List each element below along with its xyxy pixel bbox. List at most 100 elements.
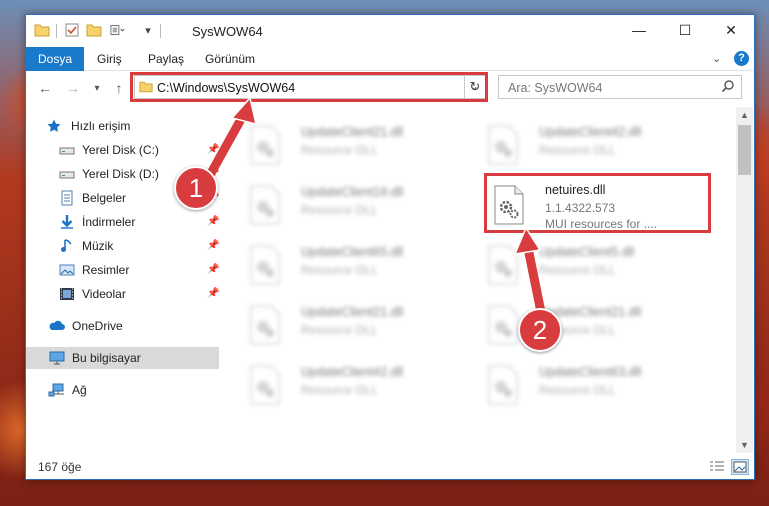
pictures-icon bbox=[59, 262, 75, 278]
sidebar-item-label: Müzik bbox=[82, 239, 114, 253]
file-item[interactable]: UpdateClient63.dll Resource DLL bbox=[483, 361, 713, 417]
pin-icon[interactable]: 📌 bbox=[207, 240, 219, 251]
file-name: UpdateClient21.dll bbox=[301, 125, 404, 139]
file-highlight bbox=[484, 173, 711, 233]
scroll-down-arrow-icon[interactable]: ▼ bbox=[736, 437, 753, 453]
window-title: SysWOW64 bbox=[192, 24, 263, 39]
pin-icon[interactable]: 📌 bbox=[207, 216, 219, 227]
properties-icon[interactable] bbox=[64, 22, 80, 38]
file-description: Resource DLL bbox=[301, 323, 378, 337]
cloud-icon bbox=[48, 318, 65, 334]
title-separator bbox=[56, 24, 57, 38]
tab-paylas[interactable]: Paylaş bbox=[138, 47, 194, 71]
documents-icon bbox=[59, 190, 75, 206]
file-description: Resource DLL bbox=[301, 263, 378, 277]
drive-icon bbox=[59, 142, 75, 158]
file-item[interactable]: UpdateClient65.dll Resource DLL bbox=[245, 241, 475, 297]
file-name: UpdateClient42.dll bbox=[301, 365, 404, 379]
step-1-badge: 1 bbox=[174, 166, 218, 210]
videos-icon bbox=[59, 286, 75, 302]
file-item[interactable]: UpdateClient5.dll Resource DLL bbox=[483, 241, 713, 297]
file-item[interactable]: UpdateClient19.dll Resource DLL bbox=[245, 181, 475, 237]
maximize-button[interactable]: ☐ bbox=[662, 15, 708, 45]
tab-dosya[interactable]: Dosya bbox=[26, 47, 84, 71]
file-name: UpdateClient65.dll bbox=[301, 245, 404, 259]
file-description: Resource DLL bbox=[301, 383, 378, 397]
up-arrow-icon[interactable]: ↑ bbox=[110, 80, 128, 96]
sidebar-item-label: Videolar bbox=[82, 287, 126, 301]
dll-file-icon bbox=[487, 125, 519, 165]
help-icon[interactable]: ? bbox=[734, 51, 749, 66]
ribbon-tabs: Dosya Giriş Paylaş Görünüm ⌄ ? bbox=[26, 47, 754, 71]
star-icon bbox=[46, 118, 62, 134]
file-name: UpdateClient63.dll bbox=[539, 365, 642, 379]
step-2-badge: 2 bbox=[518, 308, 562, 352]
file-description: Resource DLL bbox=[301, 203, 378, 217]
sidebar-item-this-pc[interactable]: Bu bilgisayar bbox=[26, 347, 219, 369]
sidebar-item-label: Yerel Disk (D:) bbox=[82, 167, 159, 181]
file-item[interactable]: UpdateClient21.dll Resource DLL bbox=[245, 121, 475, 177]
ribbon-expand-icon[interactable]: ⌄ bbox=[712, 52, 721, 65]
file-name: UpdateClient21.dll bbox=[301, 305, 404, 319]
title-separator bbox=[160, 24, 161, 38]
navigation-pane: Hızlı erişim Yerel Disk (C:) 📌 Yerel Dis… bbox=[26, 113, 219, 453]
file-name: UpdateClient19.dll bbox=[301, 185, 404, 199]
pin-icon[interactable]: 📌 bbox=[207, 144, 219, 155]
file-item[interactable]: UpdateClient42.dll Resource DLL bbox=[245, 361, 475, 417]
large-icons-view-icon[interactable] bbox=[731, 459, 749, 475]
pin-icon[interactable]: 📌 bbox=[207, 288, 219, 299]
file-description: Resource DLL bbox=[539, 383, 616, 397]
file-item[interactable]: UpdateClient42.dll Resource DLL bbox=[483, 121, 713, 177]
folder-icon bbox=[34, 22, 50, 38]
sidebar-item-quick-access[interactable]: Hızlı erişim bbox=[26, 115, 219, 137]
file-description: Resource DLL bbox=[539, 143, 616, 157]
sidebar-item-label: OneDrive bbox=[72, 319, 123, 333]
sidebar-item-label: İndirmeler bbox=[82, 215, 136, 229]
sidebar-item-network[interactable]: Ağ bbox=[26, 379, 219, 401]
sidebar-item-videos[interactable]: Videolar 📌 bbox=[26, 283, 219, 305]
sidebar-item-label: Belgeler bbox=[82, 191, 127, 205]
address-highlight bbox=[130, 72, 488, 102]
download-icon bbox=[59, 214, 75, 230]
sidebar-item-local-disk-c[interactable]: Yerel Disk (C:) 📌 bbox=[26, 139, 219, 161]
close-button[interactable]: ✕ bbox=[708, 15, 754, 45]
details-view-icon[interactable] bbox=[709, 460, 725, 477]
sidebar-item-downloads[interactable]: İndirmeler 📌 bbox=[26, 211, 219, 233]
tab-giris[interactable]: Giriş bbox=[87, 47, 132, 71]
sidebar-item-label: Ağ bbox=[72, 383, 87, 397]
file-item[interactable]: UpdateClient21.dll Resource DLL bbox=[245, 301, 475, 357]
explorer-window: ▾ SysWOW64 — ☐ ✕ Dosya Giriş Paylaş Görü… bbox=[25, 14, 755, 480]
item-count: 167 öğe bbox=[38, 460, 82, 474]
dll-file-icon bbox=[249, 185, 281, 225]
network-icon bbox=[48, 382, 64, 398]
file-name: UpdateClient5.dll bbox=[539, 245, 635, 259]
dll-file-icon bbox=[249, 305, 281, 345]
forward-arrow-icon[interactable]: → bbox=[64, 80, 82, 96]
dll-file-icon bbox=[487, 245, 519, 285]
scroll-thumb[interactable] bbox=[738, 125, 751, 175]
file-description: Resource DLL bbox=[301, 143, 378, 157]
dll-file-icon bbox=[487, 305, 519, 345]
music-icon bbox=[59, 238, 75, 254]
navigation-bar: ← → ▾ ↑ C:\Windows\SysWOW64 ⌄ ↻ Ara: Sys… bbox=[26, 72, 754, 106]
dll-file-icon bbox=[249, 125, 281, 165]
file-description: Resource DLL bbox=[539, 263, 616, 277]
sidebar-item-onedrive[interactable]: OneDrive bbox=[26, 315, 219, 337]
back-arrow-icon[interactable]: ← bbox=[36, 80, 54, 96]
sidebar-item-label: Bu bilgisayar bbox=[72, 351, 141, 365]
vertical-scrollbar[interactable]: ▲ ▼ bbox=[736, 107, 753, 453]
recent-locations-chevron-icon[interactable]: ▾ bbox=[88, 83, 106, 94]
pin-icon[interactable]: 📌 bbox=[207, 264, 219, 275]
search-box[interactable]: Ara: SysWOW64 bbox=[498, 75, 742, 99]
quick-access-dropdown-icon[interactable]: ▾ bbox=[140, 22, 156, 38]
dll-file-icon bbox=[249, 245, 281, 285]
scroll-up-arrow-icon[interactable]: ▲ bbox=[736, 107, 753, 123]
minimize-button[interactable]: — bbox=[616, 15, 662, 45]
customize-toolbar-icon[interactable] bbox=[110, 22, 126, 38]
dll-file-icon bbox=[249, 365, 281, 405]
sidebar-item-music[interactable]: Müzik 📌 bbox=[26, 235, 219, 257]
new-folder-icon[interactable] bbox=[86, 22, 102, 38]
tab-gorunum[interactable]: Görünüm bbox=[195, 47, 265, 71]
status-bar: 167 öğe bbox=[26, 455, 754, 479]
sidebar-item-pictures[interactable]: Resimler 📌 bbox=[26, 259, 219, 281]
